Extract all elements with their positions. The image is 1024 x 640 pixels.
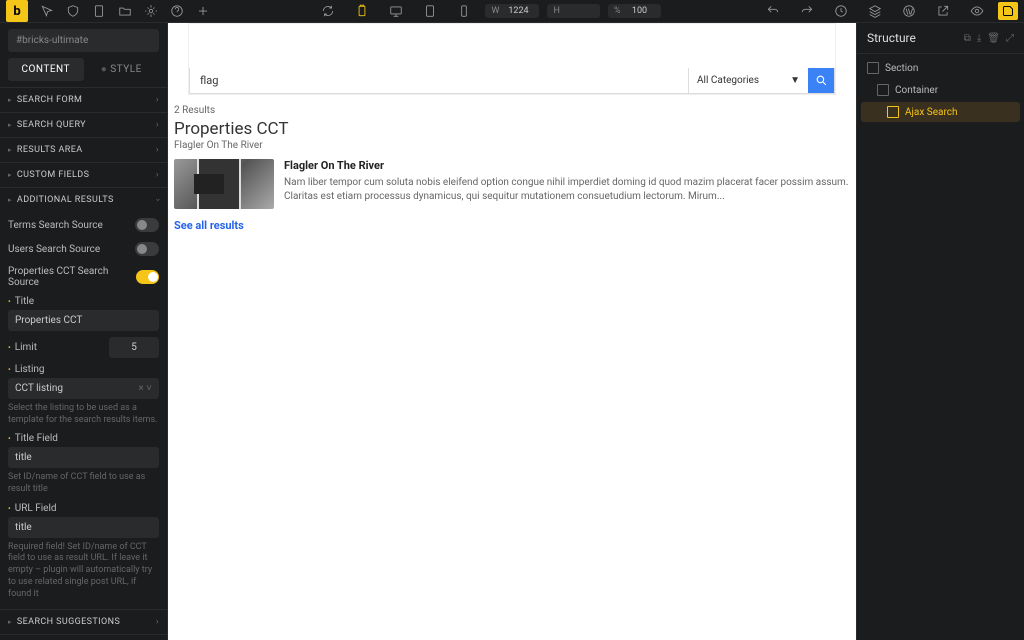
toggle-properties[interactable] bbox=[136, 270, 159, 284]
logo[interactable]: b bbox=[6, 0, 28, 22]
copy-icon[interactable]: ⧉ bbox=[964, 33, 971, 44]
width-input[interactable] bbox=[503, 6, 533, 16]
eye-icon[interactable] bbox=[969, 3, 985, 19]
section-search-suggestions[interactable]: ▸SEARCH SUGGESTIONS› bbox=[0, 610, 167, 634]
see-all-link[interactable]: See all results bbox=[174, 217, 850, 232]
limit-input[interactable] bbox=[109, 337, 159, 358]
canvas-placeholder: All Categories▼ bbox=[188, 23, 836, 95]
toggle-users-label: Users Search Source bbox=[8, 244, 100, 255]
history-icon[interactable] bbox=[833, 3, 849, 19]
height-input[interactable] bbox=[564, 6, 594, 16]
plus-icon[interactable] bbox=[195, 3, 211, 19]
tab-style[interactable]: ●STYLE bbox=[84, 58, 160, 81]
result-title: Flagler On The River bbox=[284, 159, 850, 172]
tablet-icon[interactable] bbox=[422, 3, 438, 19]
redo-icon[interactable] bbox=[799, 3, 815, 19]
limit-label: Limit bbox=[8, 342, 37, 353]
canvas: All Categories▼ 2 Results Properties CCT… bbox=[168, 23, 856, 640]
toggle-users[interactable] bbox=[135, 242, 159, 256]
right-panel: Structure ⧉ ⤓ 🗑 ⤢ Section Container Ajax… bbox=[856, 23, 1024, 640]
results-count: 2 Results bbox=[174, 105, 850, 116]
mobile-icon[interactable] bbox=[456, 3, 472, 19]
tree-section[interactable]: Section bbox=[861, 58, 1020, 78]
toggle-terms-label: Terms Search Source bbox=[8, 220, 103, 231]
section-additional-results[interactable]: ▸ADDITIONAL RESULTS› bbox=[0, 188, 167, 212]
result-desc: Nam liber tempor cum soluta nobis eleife… bbox=[284, 176, 850, 204]
results-category-title: Properties CCT bbox=[174, 119, 850, 139]
section-search-query[interactable]: ▸SEARCH QUERY› bbox=[0, 113, 167, 137]
search-input[interactable] bbox=[190, 68, 688, 93]
result-item[interactable]: Flagler On The River Nam liber tempor cu… bbox=[174, 159, 850, 209]
wordpress-icon[interactable] bbox=[901, 3, 917, 19]
title-field-help: Set ID/name of CCT field to use as resul… bbox=[8, 471, 159, 496]
save-button[interactable] bbox=[998, 2, 1018, 20]
search-button[interactable] bbox=[808, 68, 834, 93]
results-panel: 2 Results Properties CCT Flagler On The … bbox=[168, 95, 856, 242]
title-field-label: Title Field bbox=[8, 433, 159, 444]
listing-label: Listing bbox=[8, 364, 159, 375]
structure-tree: Section Container Ajax Search bbox=[857, 54, 1024, 126]
folder-icon[interactable] bbox=[117, 3, 133, 19]
tree-ajax-search[interactable]: Ajax Search bbox=[861, 102, 1020, 122]
results-category-sub: Flagler On The River bbox=[174, 140, 850, 151]
tab-content[interactable]: CONTENT bbox=[8, 58, 84, 81]
toggle-terms[interactable] bbox=[135, 218, 159, 232]
undo-icon[interactable] bbox=[765, 3, 781, 19]
breadcrumb-input[interactable] bbox=[8, 29, 159, 52]
width-box[interactable]: W bbox=[485, 4, 539, 18]
url-field-label: URL Field bbox=[8, 503, 159, 514]
section-custom-fields[interactable]: ▸CUSTOM FIELDS› bbox=[0, 163, 167, 187]
section-search-form[interactable]: ▸SEARCH FORM› bbox=[0, 88, 167, 112]
external-icon[interactable] bbox=[935, 3, 951, 19]
cursor-icon[interactable] bbox=[39, 3, 55, 19]
page-icon[interactable] bbox=[91, 3, 107, 19]
url-field-input[interactable] bbox=[8, 517, 159, 538]
tree-container[interactable]: Container bbox=[861, 80, 1020, 100]
expand-icon[interactable]: ⤢ bbox=[1006, 33, 1014, 44]
panel-tabs: CONTENT ●STYLE bbox=[0, 58, 167, 81]
result-thumbnail bbox=[174, 159, 274, 209]
zoom-input[interactable] bbox=[625, 6, 655, 16]
category-select[interactable]: All Categories▼ bbox=[688, 68, 808, 93]
gear-icon[interactable] bbox=[143, 3, 159, 19]
search-bar: All Categories▼ bbox=[189, 68, 835, 94]
topbar-center: W H % bbox=[216, 3, 760, 19]
title-field-input[interactable] bbox=[8, 447, 159, 468]
toggle-properties-label: Properties CCT Search Source bbox=[8, 266, 136, 288]
structure-header: Structure ⧉ ⤓ 🗑 ⤢ bbox=[857, 23, 1024, 54]
section-results-area[interactable]: ▸RESULTS AREA› bbox=[0, 138, 167, 162]
zoom-box[interactable]: % bbox=[608, 4, 661, 18]
url-field-help: Required field! Set ID/name of CCT field… bbox=[8, 541, 159, 601]
section-notifications[interactable]: ▸NOTIFICATIONS› bbox=[0, 635, 167, 640]
topbar-left: b bbox=[6, 0, 216, 22]
refresh-icon[interactable] bbox=[320, 3, 336, 19]
download-icon[interactable]: ⤓ bbox=[977, 33, 981, 44]
trash-icon[interactable]: 🗑 bbox=[987, 33, 1000, 44]
layers-icon[interactable] bbox=[867, 3, 883, 19]
topbar: b W H % bbox=[0, 0, 1024, 23]
shield-icon[interactable] bbox=[65, 3, 81, 19]
listing-help: Select the listing to be used as a templ… bbox=[8, 402, 159, 427]
title-input[interactable] bbox=[8, 310, 159, 331]
topbar-right bbox=[760, 2, 1018, 20]
clipboard-icon[interactable] bbox=[354, 3, 370, 19]
help-icon[interactable] bbox=[169, 3, 185, 19]
left-panel: CONTENT ●STYLE ▸SEARCH FORM› ▸SEARCH QUE… bbox=[0, 23, 168, 640]
title-label: Title bbox=[8, 296, 159, 307]
desktop-icon[interactable] bbox=[388, 3, 404, 19]
height-box[interactable]: H bbox=[547, 4, 599, 18]
listing-select[interactable]: CCT listing× ˅ bbox=[8, 378, 159, 399]
